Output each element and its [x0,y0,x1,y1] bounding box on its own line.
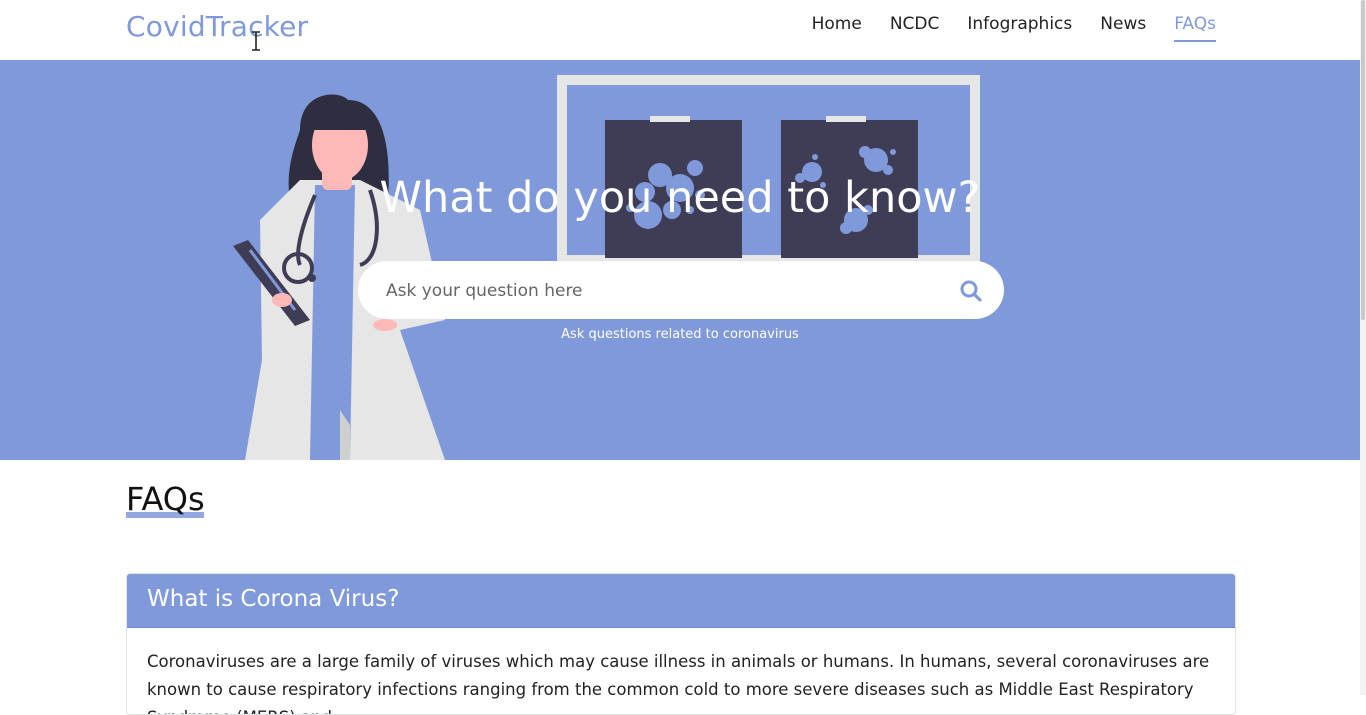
nav-home[interactable]: Home [812,14,862,42]
nav-infographics[interactable]: Infographics [967,14,1072,42]
search-input[interactable] [384,275,928,307]
nav-ncdc[interactable]: NCDC [890,14,940,42]
search-bar [358,261,1004,319]
navbar: CovidTracker Home NCDC Infographics News… [0,0,1360,60]
faq-question[interactable]: What is Corona Virus? [147,586,399,612]
hero-banner: What do you need to know? Ask questions … [0,60,1360,460]
faq-card-header[interactable]: What is Corona Virus? [127,574,1235,628]
text-cursor-icon [252,31,260,51]
faq-heading: FAQs [126,480,205,518]
nav-news[interactable]: News [1100,14,1146,42]
nav-links: Home NCDC Infographics News FAQs [784,14,1216,42]
search-hint: Ask questions related to coronavirus [561,327,799,342]
page-scrollbar[interactable] [1360,0,1366,695]
brand-logo[interactable]: CovidTracker [126,10,308,43]
scrollbar-thumb[interactable] [1361,0,1365,320]
search-icon[interactable] [958,278,984,304]
faq-answer: Coronaviruses are a large family of viru… [147,652,1210,714]
clip-right [826,116,866,122]
doctor-xray-illustration [233,75,980,460]
nav-faqs[interactable]: FAQs [1174,14,1216,42]
hero-title: What do you need to know? [379,173,981,223]
clip-left [650,116,690,122]
faq-card: What is Corona Virus? Coronaviruses are … [126,573,1236,715]
